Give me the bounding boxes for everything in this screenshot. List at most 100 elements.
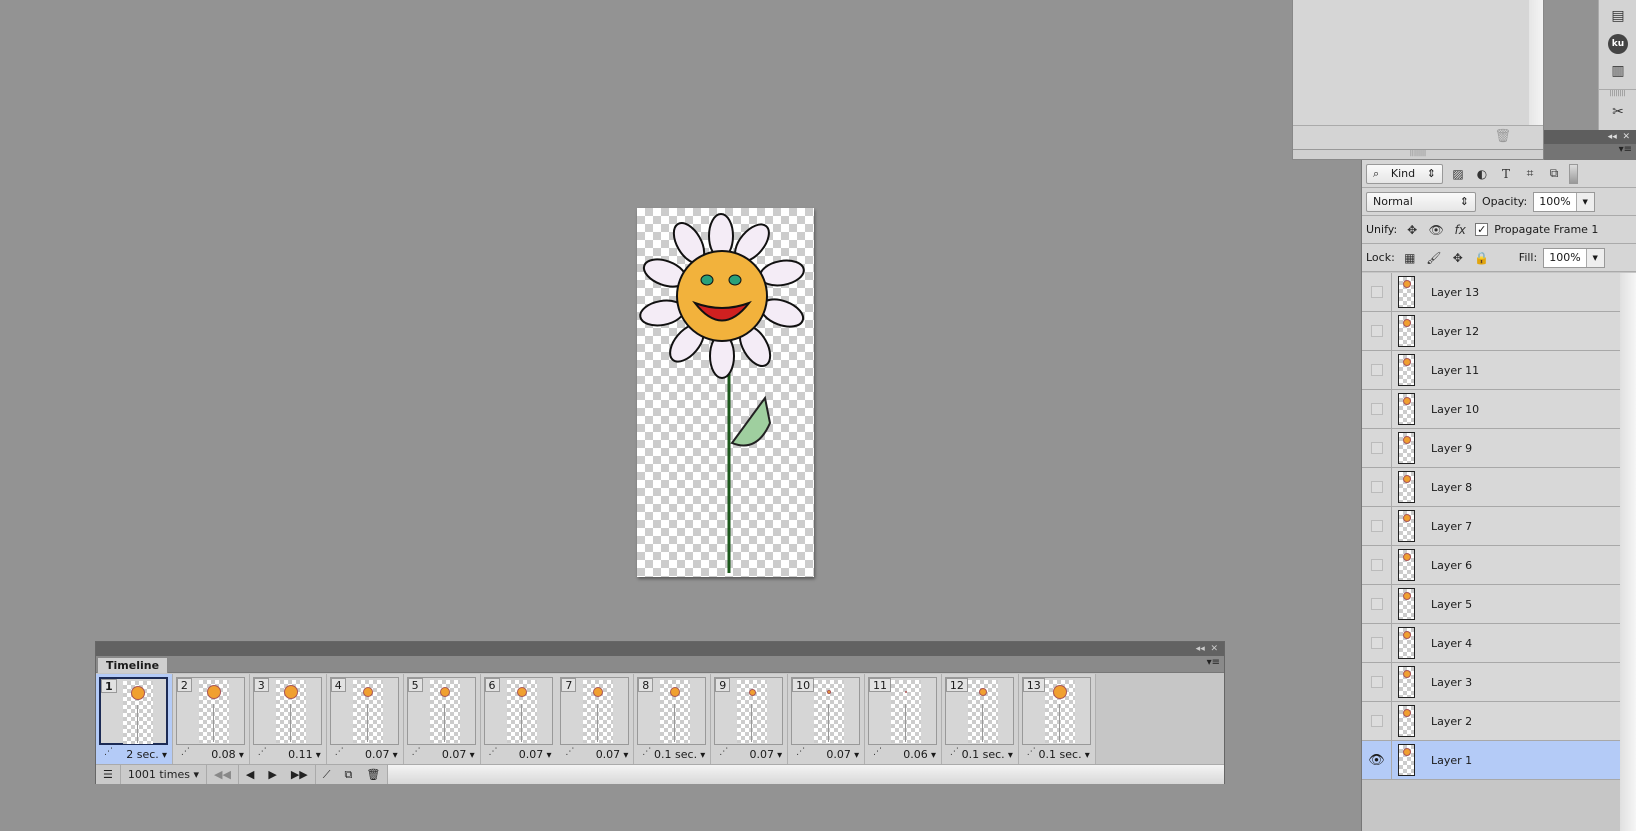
disposal-icon[interactable]: ⋰ <box>719 747 728 757</box>
frame-delay-select[interactable]: 0.1 sec. <box>1039 748 1090 761</box>
tween-icon[interactable]: ⟋ <box>316 765 338 784</box>
frame-delay-select[interactable]: 0.07 <box>749 748 782 761</box>
adjustment-filter-icon[interactable]: ◐ <box>1473 167 1491 181</box>
frame-delay-select[interactable]: 0.1 sec. <box>962 748 1013 761</box>
animation-frame[interactable]: 11 ⋰ 0.06 <box>865 674 942 764</box>
animation-frame[interactable]: 5 ⋰ 0.07 <box>403 674 481 764</box>
visibility-toggle[interactable] <box>1362 468 1392 506</box>
disposal-icon[interactable]: ⋰ <box>335 747 344 757</box>
smart-object-filter-icon[interactable]: ⧉ <box>1545 166 1563 181</box>
type-filter-icon[interactable]: T <box>1497 167 1515 181</box>
disposal-icon[interactable]: ⋰ <box>412 747 421 757</box>
layer-row[interactable]: Layer 10 <box>1362 390 1621 429</box>
layer-row[interactable]: Layer 11 <box>1362 351 1621 390</box>
frame-delay-select[interactable]: 0.07 <box>826 748 859 761</box>
panel-menu-icon[interactable]: ▾≡ <box>1207 657 1220 668</box>
visibility-toggle[interactable] <box>1362 429 1392 467</box>
document-canvas[interactable] <box>637 208 814 577</box>
unify-position-icon[interactable]: ✥ <box>1403 223 1421 237</box>
disposal-icon[interactable]: ⋰ <box>258 747 267 757</box>
filter-toggle[interactable] <box>1569 163 1578 184</box>
animation-frame[interactable]: 4 ⋰ 0.07 <box>326 674 404 764</box>
opacity-value[interactable]: 100% <box>1534 195 1575 208</box>
layer-row[interactable]: Layer 13 <box>1362 273 1621 312</box>
frame-delay-select[interactable]: 0.07 <box>365 748 398 761</box>
disposal-icon[interactable]: ⋰ <box>1027 747 1036 757</box>
info-icon[interactable]: ▥ <box>1608 61 1628 81</box>
layer-row[interactable]: Layer 5 <box>1362 585 1621 624</box>
lock-all-icon[interactable]: 🔒 <box>1473 251 1491 265</box>
layer-row[interactable]: Layer 8 <box>1362 468 1621 507</box>
visibility-toggle[interactable] <box>1362 546 1392 584</box>
animation-frame[interactable]: 6 ⋰ 0.07 <box>480 674 558 764</box>
unify-style-icon[interactable]: fx <box>1451 223 1469 237</box>
loop-select[interactable]: 1001 times ▾ <box>121 765 207 784</box>
timeline-scrollbar[interactable] <box>388 765 1224 784</box>
visibility-toggle[interactable] <box>1362 390 1392 428</box>
lock-position-icon[interactable]: ✥ <box>1449 251 1467 265</box>
animation-frame[interactable]: 9 ⋰ 0.07 <box>711 674 789 764</box>
layer-row[interactable]: Layer 3 <box>1362 663 1621 702</box>
frame-delay-select[interactable]: 2 sec. <box>126 748 167 761</box>
opacity-field[interactable]: 100% ▼ <box>1533 191 1595 212</box>
play-button[interactable]: ▶ <box>261 765 283 784</box>
duplicate-frame-icon[interactable]: ⧉ <box>337 765 359 784</box>
frame-delay-select[interactable]: 0.07 <box>442 748 475 761</box>
panel-scrollbar[interactable] <box>1529 0 1543 125</box>
visibility-toggle[interactable] <box>1362 351 1392 389</box>
fill-dropdown-icon[interactable]: ▼ <box>1585 248 1604 267</box>
layer-row[interactable]: Layer 9 <box>1362 429 1621 468</box>
frame-delay-select[interactable]: 0.1 sec. <box>654 748 705 761</box>
trash-icon[interactable]: 🗑 <box>1494 129 1511 144</box>
disposal-icon[interactable]: ⋰ <box>642 747 651 757</box>
layer-row[interactable]: Layer 4 <box>1362 624 1621 663</box>
propagate-checkbox[interactable]: ✓ <box>1475 223 1489 236</box>
close-icon[interactable]: ✕ <box>1622 132 1630 142</box>
visibility-toggle[interactable] <box>1362 273 1392 311</box>
animation-frame[interactable]: 7 ⋰ 0.07 <box>557 674 635 764</box>
frame-delay-select[interactable]: 0.06 <box>903 748 936 761</box>
visibility-toggle[interactable] <box>1362 663 1392 701</box>
visibility-toggle[interactable] <box>1362 585 1392 623</box>
opacity-dropdown-icon[interactable]: ▼ <box>1575 192 1594 211</box>
fill-field[interactable]: 100% ▼ <box>1543 247 1605 268</box>
disposal-icon[interactable]: ⋰ <box>796 747 805 757</box>
unify-visibility-icon[interactable]: 👁 <box>1427 223 1445 237</box>
shape-filter-icon[interactable]: ⌗ <box>1521 166 1539 181</box>
kuler-icon[interactable]: ku <box>1608 34 1628 54</box>
animation-frame[interactable]: 13 ⋰ 0.1 sec. <box>1018 674 1096 764</box>
first-frame-button[interactable]: ◀◀ <box>207 765 239 784</box>
lock-pixels-icon[interactable]: 🖌 <box>1425 251 1443 265</box>
animation-frame[interactable]: 1 ⋰ 2 sec. <box>96 674 173 764</box>
convert-to-timeline-icon[interactable]: ☰ <box>96 765 121 784</box>
blend-mode-select[interactable]: Normal ⇕ <box>1366 191 1476 212</box>
animation-frame[interactable]: 12 ⋰ 0.1 sec. <box>941 674 1019 764</box>
layer-row[interactable]: 👁 Layer 1 <box>1362 741 1621 780</box>
disposal-icon[interactable]: ⋰ <box>181 747 190 757</box>
frame-delay-select[interactable]: 0.11 <box>288 748 321 761</box>
visibility-toggle[interactable]: 👁 <box>1362 741 1392 779</box>
previous-frame-button[interactable]: ◀ <box>239 765 261 784</box>
disposal-icon[interactable]: ⋰ <box>873 747 882 757</box>
notes-icon[interactable]: ▤ <box>1608 6 1628 26</box>
collapse-icon[interactable]: ◂◂ <box>1608 132 1617 142</box>
disposal-icon[interactable]: ⋰ <box>489 747 498 757</box>
visibility-toggle[interactable] <box>1362 507 1392 545</box>
animation-frame[interactable]: 2 ⋰ 0.08 <box>172 674 250 764</box>
layers-scrollbar[interactable] <box>1620 273 1636 831</box>
layer-row[interactable]: Layer 6 <box>1362 546 1621 585</box>
frame-delay-select[interactable]: 0.08 <box>211 748 244 761</box>
panel-menu-icon[interactable]: ▾≡ <box>1619 144 1632 155</box>
visibility-toggle[interactable] <box>1362 702 1392 740</box>
frame-delay-select[interactable]: 0.07 <box>519 748 552 761</box>
frame-delay-select[interactable]: 0.07 <box>596 748 629 761</box>
next-frame-button[interactable]: ▶▶ <box>284 765 316 784</box>
tab-timeline[interactable]: Timeline <box>97 657 169 673</box>
visibility-toggle[interactable] <box>1362 624 1392 662</box>
layer-row[interactable]: Layer 12 <box>1362 312 1621 351</box>
animation-frame[interactable]: 3 ⋰ 0.11 <box>249 674 327 764</box>
disposal-icon[interactable]: ⋰ <box>565 747 574 757</box>
pixel-filter-icon[interactable]: ▨ <box>1449 167 1467 181</box>
filter-kind-select[interactable]: ⌕ Kind ⇕ <box>1366 163 1443 184</box>
animation-frame[interactable]: 8 ⋰ 0.1 sec. <box>634 674 712 764</box>
